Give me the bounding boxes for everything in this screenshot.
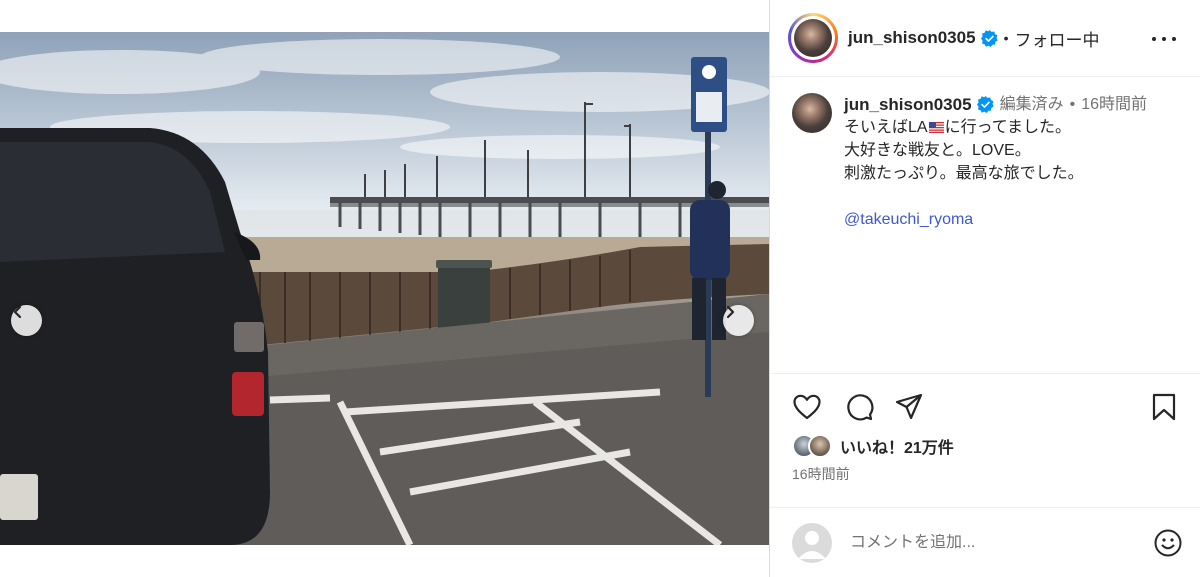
caption-line-1: そいえばLA に行ってました。 [844, 116, 1147, 139]
author-username[interactable]: jun_shison0305 [848, 28, 976, 48]
instagram-post-page: jun_shison0305 • フォロー中 jun_shison0305 編集… [0, 0, 1200, 577]
current-user-avatar [792, 523, 832, 563]
caption-author-avatar[interactable] [792, 93, 832, 133]
comment-icon[interactable] [844, 392, 874, 422]
caption-time[interactable]: 16時間前 [1081, 93, 1147, 116]
chevron-left-icon [13, 305, 22, 319]
liker-avatar [808, 434, 832, 458]
likes-summary[interactable]: いいね！21万件 [792, 434, 954, 458]
caption-line-3: 刺激たっぷり。最高な旅でした。 [844, 165, 1084, 182]
edited-label: 編集済み [999, 96, 1064, 113]
comment-composer [770, 507, 1200, 577]
post-caption: jun_shison0305 編集済み • 16時間前 そいえばLA に行ってま… [770, 77, 1200, 373]
carousel-prev-button[interactable] [11, 305, 42, 336]
caption-dot: • [1069, 96, 1076, 113]
us-flag-emoji-icon [928, 122, 944, 133]
more-options-button[interactable] [1152, 27, 1176, 51]
following-button[interactable]: フォロー中 [1014, 26, 1099, 51]
more-horizontal-icon [1152, 37, 1156, 41]
default-user-icon [798, 531, 826, 559]
caption-line-2: 大好きな戦友と。LOVE。 [844, 142, 1031, 159]
comment-input[interactable] [850, 534, 1130, 552]
header-separator: • [1003, 30, 1009, 46]
verified-badge-icon [980, 29, 998, 47]
share-icon[interactable] [894, 392, 924, 422]
mention-link[interactable]: @takeuchi_ryoma [844, 208, 1147, 231]
post-header: jun_shison0305 • フォロー中 [770, 0, 1200, 77]
post-side-panel: jun_shison0305 • フォロー中 jun_shison0305 編集… [769, 0, 1200, 577]
post-photo[interactable] [0, 32, 769, 545]
media-area [0, 0, 769, 577]
caption-line-1-start: そいえばLA [844, 119, 928, 136]
caption-line-1-end: に行ってました。 [944, 119, 1071, 136]
heart-icon[interactable] [792, 392, 822, 422]
post-actions: いいね！21万件 16時間前 [770, 373, 1200, 577]
emoji-icon[interactable] [1153, 528, 1183, 558]
caption-username[interactable]: jun_shison0305 [844, 93, 972, 116]
likes-count[interactable]: いいね！21万件 [840, 434, 954, 458]
bookmark-icon[interactable] [1149, 392, 1179, 422]
beach-scene-illustration [0, 39, 769, 545]
chevron-right-icon [726, 305, 735, 319]
post-time: 16時間前 [792, 466, 850, 482]
verified-badge-icon [976, 96, 994, 113]
author-avatar[interactable] [788, 13, 838, 63]
carousel-next-button[interactable] [723, 305, 754, 336]
